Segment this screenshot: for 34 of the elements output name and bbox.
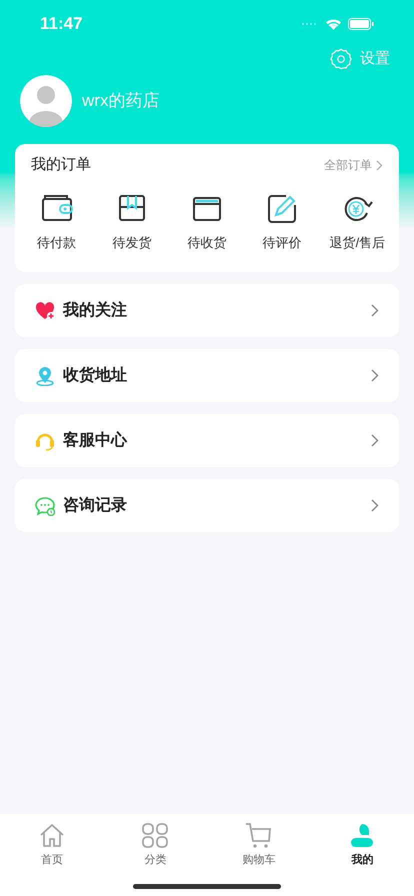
wifi-icon — [325, 18, 342, 30]
order-status-button[interactable]: 退货/售后 — [320, 192, 395, 252]
chevron-icon — [371, 369, 379, 382]
location-pin-icon — [35, 366, 55, 386]
chat-bubble-icon — [35, 496, 55, 516]
signal-icon — [301, 22, 319, 26]
chevron-icon — [371, 434, 379, 447]
tab-item[interactable]: 购物车 — [207, 822, 310, 868]
status-time: 11:47 — [40, 13, 83, 36]
order-status-button[interactable]: 待评价 — [244, 192, 320, 252]
avatar[interactable] — [20, 75, 72, 127]
battery-icon — [348, 18, 374, 30]
menu-item[interactable]: 我的关注 — [15, 284, 399, 337]
cart-icon — [244, 822, 273, 849]
settings-icon — [330, 48, 352, 70]
grid-icon — [141, 822, 170, 849]
user-name: wrx的药店 — [82, 90, 160, 112]
menu-item[interactable]: 客服中心 — [15, 414, 399, 467]
chevron-icon — [376, 160, 383, 171]
tab-item[interactable]: 我的 — [310, 822, 414, 868]
menu-item[interactable]: 收货地址 — [15, 349, 399, 402]
chevron-icon — [371, 499, 379, 512]
order-status-button[interactable]: 待收货 — [169, 192, 245, 252]
pencil-icon — [266, 192, 298, 222]
menu-item[interactable]: 咨询记录 — [15, 479, 399, 532]
tab-item[interactable]: 分类 — [104, 822, 207, 868]
home-icon — [38, 822, 66, 849]
wallet-icon — [40, 192, 73, 222]
chevron-icon — [371, 304, 379, 317]
heart-plus-icon — [35, 300, 55, 320]
order-status-button[interactable]: 待发货 — [94, 192, 170, 252]
order-status-button[interactable]: 待付款 — [19, 192, 94, 252]
card-title: 我的订单 — [31, 155, 91, 175]
tab-item[interactable]: 首页 — [0, 822, 104, 868]
